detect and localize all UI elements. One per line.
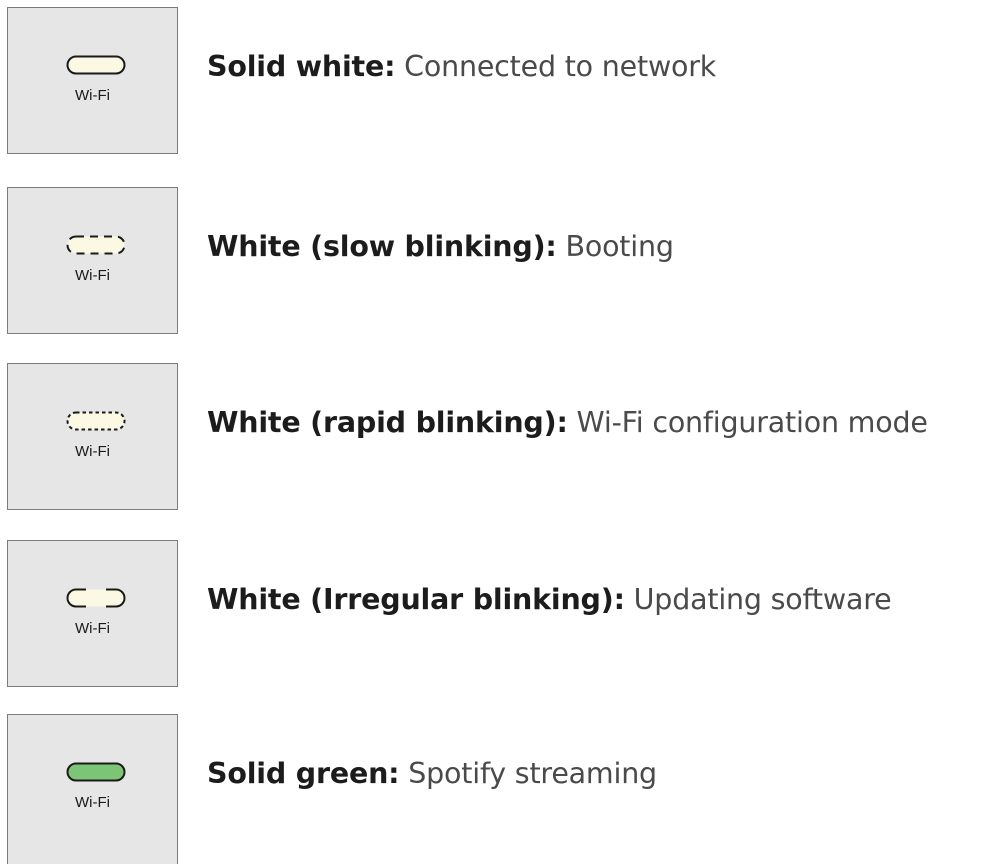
status-term: White (rapid blinking):	[207, 406, 568, 439]
led-body	[66, 411, 126, 431]
led-rapid-blink-icon	[66, 411, 126, 431]
status-row-rapid-blinking: Wi-Fi White (rapid blinking): Wi-Fi conf…	[0, 363, 993, 513]
status-description: Solid white: Connected to network	[207, 49, 716, 85]
status-row-slow-blinking: Wi-Fi White (slow blinking): Booting	[0, 187, 993, 337]
led-fill	[67, 589, 125, 607]
status-meaning: Connected to network	[404, 50, 717, 83]
led-label: Wi-Fi	[75, 267, 110, 284]
led-body	[66, 762, 126, 782]
status-term: Solid green:	[207, 757, 400, 790]
led-panel: Wi-Fi	[7, 7, 178, 154]
status-row-irregular-blinking: Wi-Fi White (Irregular blinking): Updati…	[0, 540, 993, 690]
status-meaning: Booting	[565, 230, 674, 263]
status-description: White (rapid blinking): Wi-Fi configurat…	[207, 405, 928, 441]
led-body	[66, 235, 126, 255]
led-slow-blink-icon	[66, 235, 126, 255]
led-label: Wi-Fi	[75, 794, 110, 811]
status-term: White (slow blinking):	[207, 230, 557, 263]
status-row-solid-white: Wi-Fi Solid white: Connected to network	[0, 7, 993, 157]
status-description: Solid green: Spotify streaming	[207, 756, 657, 792]
led-panel: Wi-Fi	[7, 363, 178, 510]
status-description: White (slow blinking): Booting	[207, 229, 674, 265]
status-meaning: Spotify streaming	[408, 757, 657, 790]
led-panel: Wi-Fi	[7, 187, 178, 334]
status-meaning: Updating software	[633, 583, 892, 616]
led-irregular-blink-icon	[66, 588, 126, 608]
status-term: White (Irregular blinking):	[207, 583, 625, 616]
status-meaning: Wi-Fi configuration mode	[576, 406, 928, 439]
led-panel: Wi-Fi	[7, 540, 178, 687]
led-label: Wi-Fi	[75, 620, 110, 637]
led-body	[66, 55, 126, 75]
led-solid-green-icon	[66, 762, 126, 782]
led-label: Wi-Fi	[75, 87, 110, 104]
status-row-solid-green: Wi-Fi Solid green: Spotify streaming	[0, 714, 993, 864]
status-term: Solid white:	[207, 50, 396, 83]
led-label: Wi-Fi	[75, 443, 110, 460]
status-description: White (Irregular blinking): Updating sof…	[207, 582, 892, 618]
led-panel: Wi-Fi	[7, 714, 178, 864]
led-solid-white-icon	[66, 55, 126, 75]
